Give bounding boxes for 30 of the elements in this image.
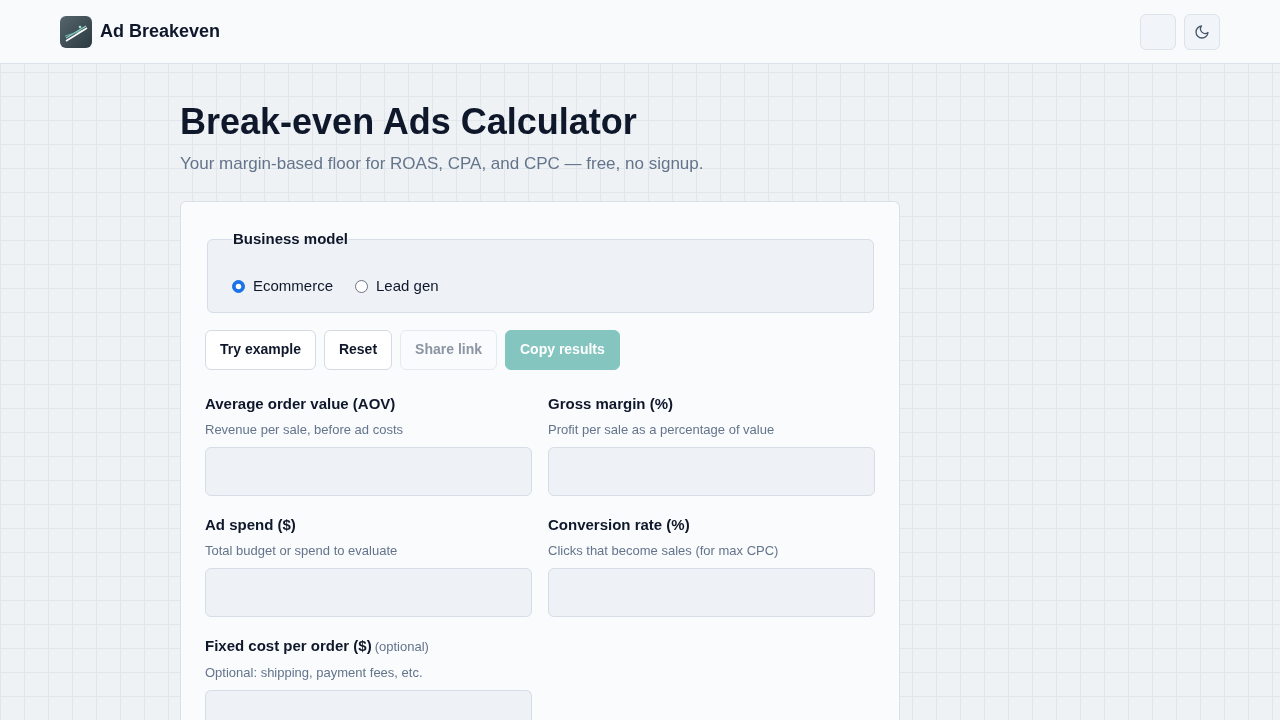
optional-note: (optional) (374, 637, 429, 656)
input-field[interactable] (205, 689, 532, 720)
field-label: Ad spend ($) (205, 514, 296, 535)
moon-icon (1194, 23, 1210, 40)
action-button[interactable]: Reset (323, 329, 393, 370)
action-button[interactable]: Try example (205, 329, 316, 370)
radio-button[interactable] (232, 280, 245, 294)
theme-toggle-button[interactable] (1184, 13, 1220, 50)
option-label[interactable]: Lead gen (376, 275, 439, 298)
blank-button[interactable] (1140, 13, 1176, 50)
input-field[interactable] (548, 446, 875, 496)
input-field[interactable] (205, 567, 532, 617)
page-subtitle: Your margin-based floor for ROAS, CPA, and CPC — free, no signup. (180, 153, 705, 176)
input-field[interactable] (548, 567, 875, 617)
field-label: Average order value (AOV) (205, 393, 396, 414)
field-hint: Revenue per sale, before ad costs (205, 420, 404, 439)
brand-name[interactable]: Ad Breakeven (100, 18, 221, 45)
field-label: Fixed cost per order ($) (205, 635, 372, 656)
field-hint: Optional: shipping, payment fees, etc. (205, 663, 424, 682)
group-legend: Business model (232, 229, 350, 250)
field-label: Conversion rate (%) (548, 514, 690, 535)
page-title: Break-even Ads Calculator (180, 100, 638, 144)
radio-button[interactable] (355, 280, 369, 294)
field-hint: Profit per sale as a percentage of value (548, 420, 776, 439)
field-hint: Clicks that become sales (for max CPC) (548, 541, 780, 560)
option-label[interactable]: Ecommerce (253, 275, 334, 298)
field-hint: Total budget or spend to evaluate (205, 541, 399, 560)
logo-icon (60, 15, 92, 48)
input-field[interactable] (205, 446, 532, 496)
field-label: Gross margin (%) (548, 393, 674, 414)
